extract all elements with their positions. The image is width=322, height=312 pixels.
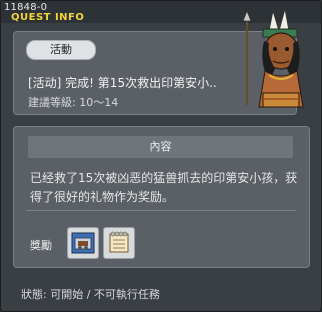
category-tag: 活動 (26, 40, 96, 60)
npc-portrait-icon (242, 9, 304, 108)
content-header: 內容 (28, 136, 293, 158)
window-title: QUEST INFO (11, 12, 85, 23)
divider (26, 210, 296, 211)
quest-description: 已经救了15次被凶恶的猛兽抓去的印第安小孩，获得了很好的礼物作为奖励。 (30, 171, 298, 204)
reward-label: 獎勵 (30, 239, 52, 252)
reward-item-2[interactable] (103, 227, 135, 259)
quest-info-window: 11848-0 QUEST INFO 活動 [活动] 完成! 第15次救出印第安… (0, 0, 322, 312)
quest-name: [活动] 完成! 第15次救出印第安小.. (28, 76, 217, 90)
recommended-level: 建議等級: 10～14 (28, 96, 119, 109)
quest-status: 狀態: 可開始 / 不可執行任務 (21, 288, 160, 301)
quest-content-panel: 內容 已经救了15次被凶恶的猛兽抓去的印第安小孩，获得了很好的礼物作为奖励。 獎… (13, 126, 310, 268)
equipment-box-icon (71, 232, 95, 254)
reward-item-1[interactable] (67, 227, 99, 259)
scroll-notebook-icon (109, 231, 129, 253)
